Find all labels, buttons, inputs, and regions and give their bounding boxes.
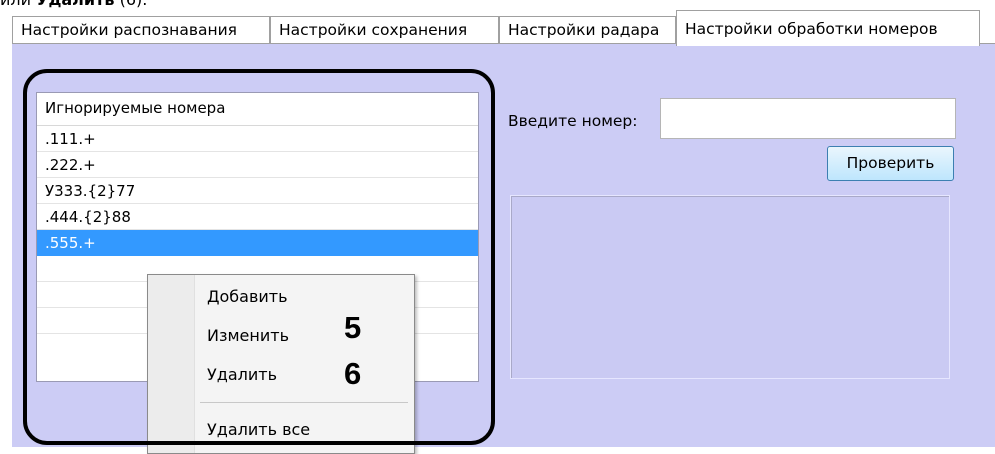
list-item[interactable]: .222.+: [37, 152, 478, 178]
caption-prefix: или: [0, 0, 36, 9]
marker-delete-number: 6: [344, 356, 362, 391]
marker-edit-number: 5: [344, 310, 362, 345]
list-header: Игнорируемые номера: [37, 93, 478, 126]
number-input[interactable]: [660, 98, 956, 139]
check-result-area: [510, 195, 950, 379]
tab-bar: Настройки распознавания Настройки сохран…: [12, 10, 995, 46]
menu-item-delete[interactable]: Удалить: [207, 363, 277, 387]
tab-radar-settings[interactable]: Настройки радара: [499, 16, 676, 44]
menu-item-delete-all[interactable]: Удалить все: [207, 418, 310, 442]
number-input-label: Введите номер:: [508, 112, 638, 130]
list-item[interactable]: .111.+: [37, 126, 478, 152]
menu-item-add[interactable]: Добавить: [207, 285, 288, 309]
instruction-caption: или Удалить (6).: [0, 0, 147, 9]
menu-item-edit[interactable]: Изменить: [207, 324, 289, 348]
tab-save-settings[interactable]: Настройки сохранения: [270, 16, 499, 44]
list-item-selected[interactable]: .555.+: [37, 230, 478, 256]
caption-bold: Удалить: [36, 0, 114, 9]
tab-recognition-settings[interactable]: Настройки распознавания: [12, 16, 270, 44]
caption-suffix: (6).: [114, 0, 148, 9]
tab-number-processing-settings[interactable]: Настройки обработки номеров: [676, 10, 980, 46]
list-item[interactable]: .444.{2}88: [37, 204, 478, 230]
list-item[interactable]: У333.{2}77: [37, 178, 478, 204]
menu-separator: [200, 402, 408, 403]
context-menu-gutter: [148, 275, 195, 453]
check-button[interactable]: Проверить: [827, 146, 954, 181]
context-menu: Добавить Изменить Удалить Удалить все: [147, 274, 415, 454]
